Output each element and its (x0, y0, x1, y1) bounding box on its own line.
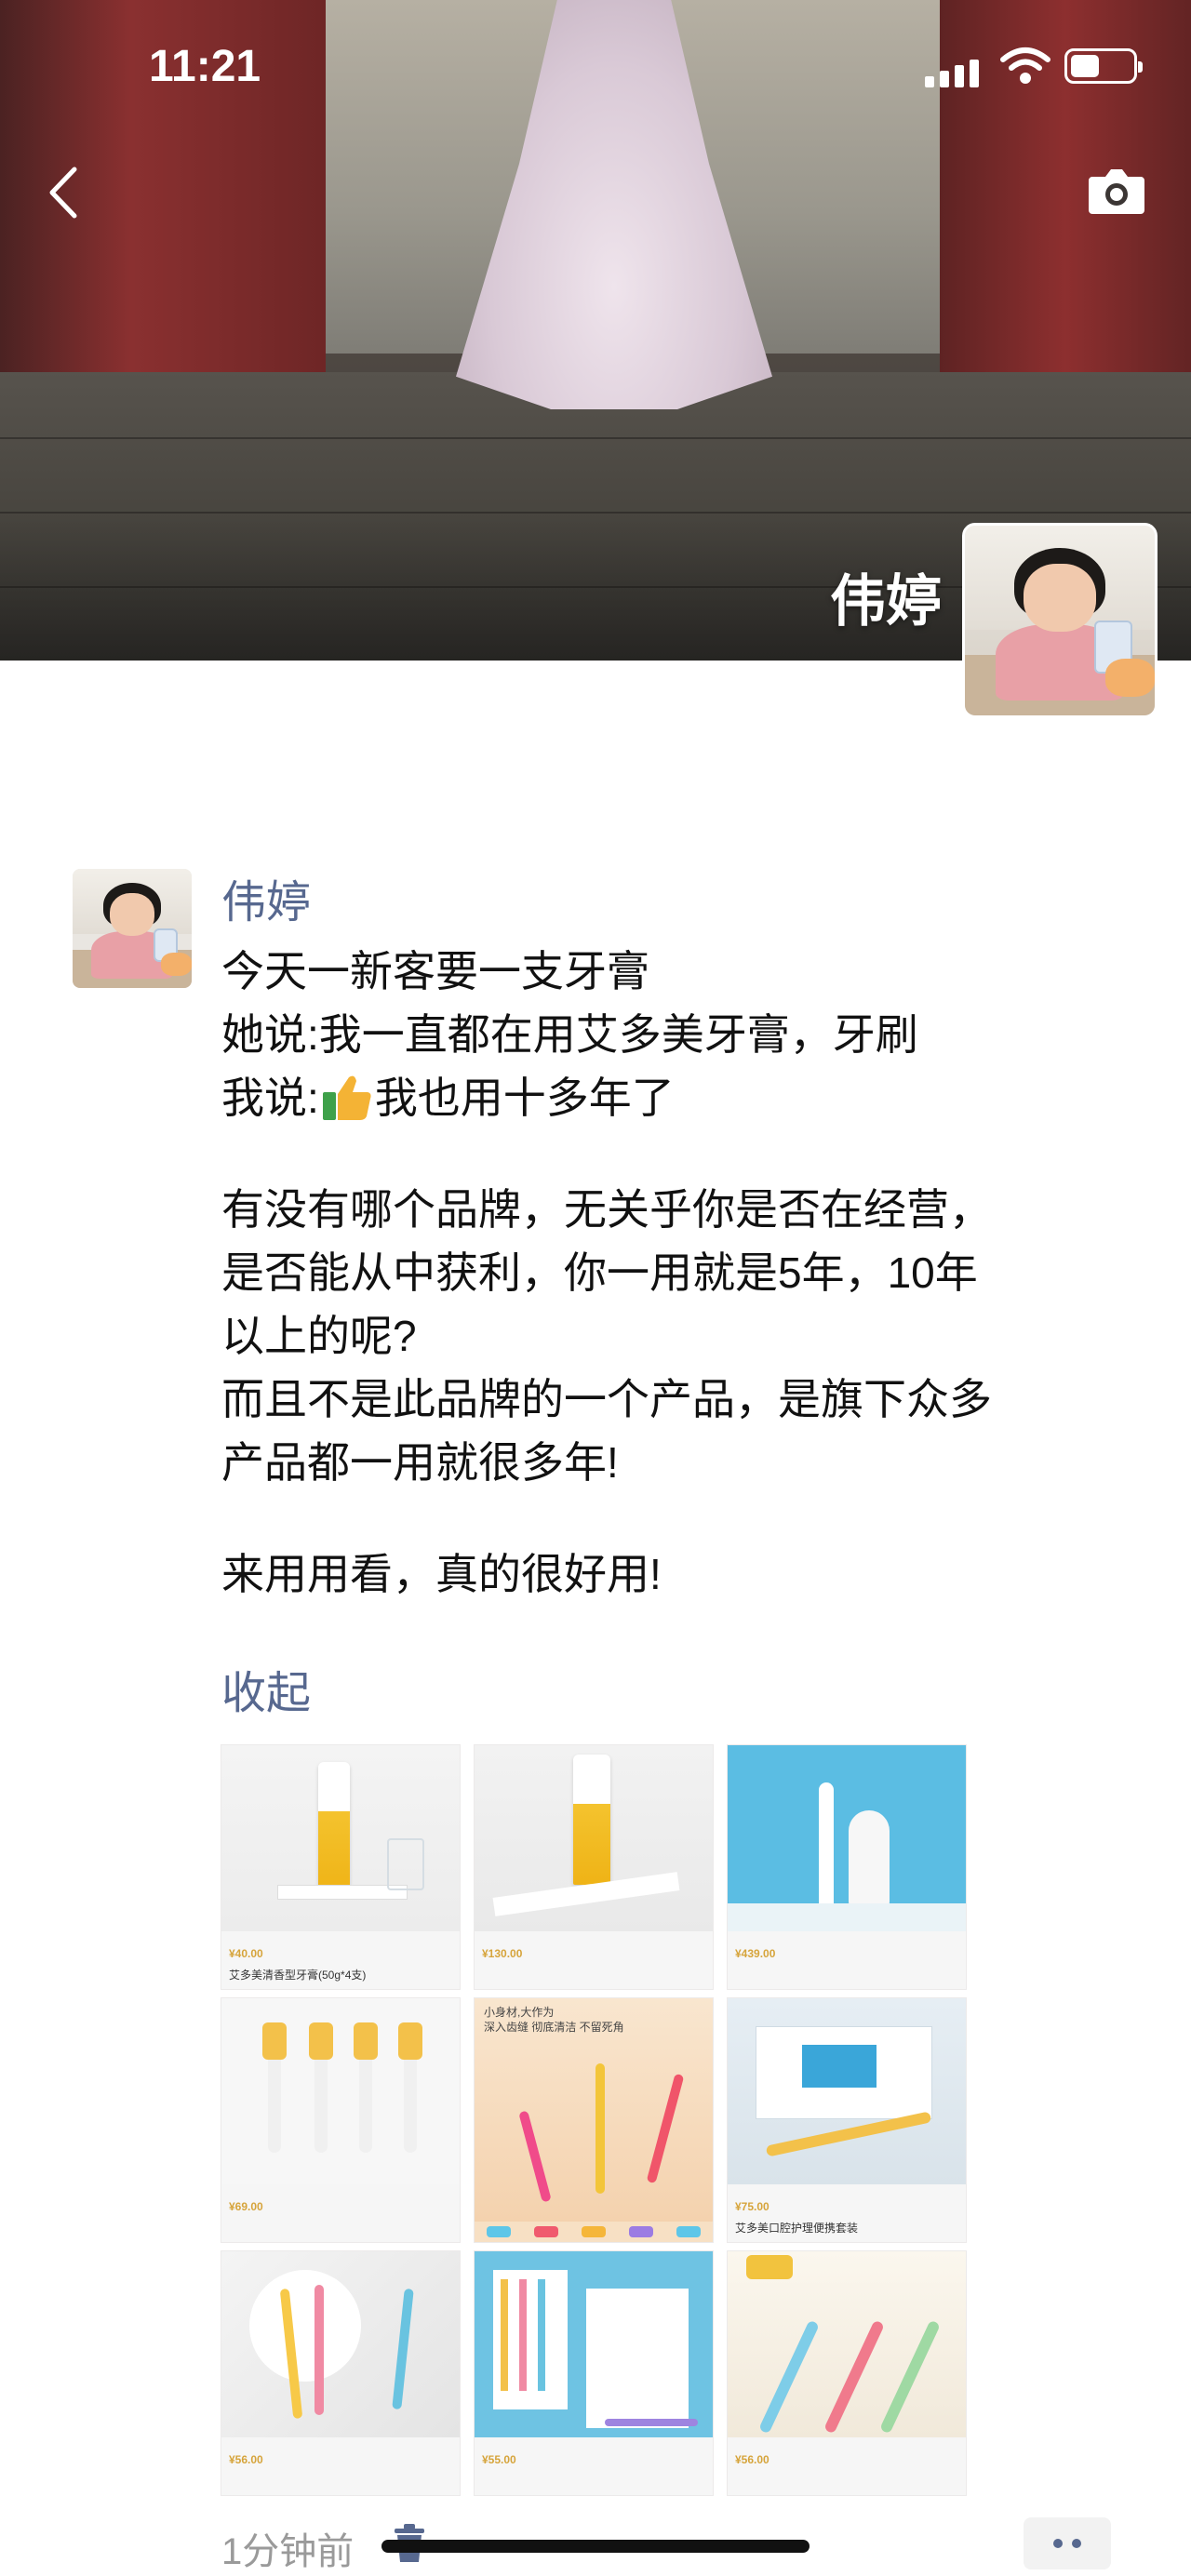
post-line: 有没有哪个品牌，无关乎你是否在经营， (221, 1185, 992, 1234)
more-actions-button[interactable] (1024, 2517, 1111, 2569)
back-button[interactable] (39, 160, 86, 225)
post-line: 来用用看，真的很好用! (221, 1550, 662, 1598)
status-time: 11:21 (149, 42, 261, 91)
post-image-grid: ¥40.00 艾多美清香型牙膏(50g*4支) ¥130.00 ¥439.00 … (221, 1744, 968, 2496)
post-text: 今天一新客要一支牙膏 她说:我一直都在用艾多美牙膏，牙刷 我说: 我也用十多年了… (221, 940, 1115, 1606)
home-indicator[interactable] (381, 2540, 810, 2553)
battery-icon (1064, 48, 1143, 84)
post-image[interactable]: ¥55.00 (474, 2250, 714, 2496)
wifi-icon (999, 47, 1051, 90)
post-image[interactable]: 小身材,大作为 深入齿缝 彻底清洁 不留死角 (474, 1997, 714, 2243)
post-line: 是否能从中获利，你一用就是5年，10年 (221, 1248, 978, 1297)
post-time: 1分钟前 (221, 2531, 355, 2572)
collapse-link[interactable]: 收起 (221, 1656, 311, 1721)
status-icons (925, 45, 1143, 90)
post-line: 她说:我一直都在用艾多美牙膏，牙刷 (221, 1010, 918, 1059)
dot-icon (1072, 2539, 1081, 2548)
camera-button[interactable] (1087, 164, 1146, 220)
signal-icon (925, 60, 979, 87)
post-image[interactable]: ¥56.00 (727, 2250, 967, 2496)
post-author-name[interactable]: 伟婷 (221, 865, 311, 930)
cover-username: 伟婷 (830, 570, 942, 633)
post-line: 今天一新客要一支牙膏 (221, 947, 649, 995)
post-author-avatar[interactable] (73, 869, 192, 988)
post-image[interactable]: ¥130.00 (474, 1744, 714, 1990)
post-line: 产品都一用就很多年! (221, 1438, 619, 1487)
profile-avatar[interactable] (962, 523, 1158, 718)
post-line: 而且不是此品牌的一个产品，是旗下众多 (221, 1375, 992, 1423)
post-line: 我说: 我也用十多年了 (221, 1074, 675, 1122)
post-image[interactable]: ¥69.00 (221, 1997, 461, 2243)
camera-icon (1089, 169, 1144, 214)
post-image[interactable]: ¥75.00 艾多美口腔护理便携套装 (727, 1997, 967, 2243)
thumbs-up-icon (322, 1075, 371, 1120)
chevron-left-icon (49, 167, 77, 219)
post-image[interactable]: ¥56.00 (221, 2250, 461, 2496)
dot-icon (1053, 2539, 1063, 2548)
post-image[interactable]: ¥40.00 艾多美清香型牙膏(50g*4支) (221, 1744, 461, 1990)
post-line: 以上的呢? (221, 1312, 417, 1360)
post-image[interactable]: ¥439.00 (727, 1744, 967, 1990)
